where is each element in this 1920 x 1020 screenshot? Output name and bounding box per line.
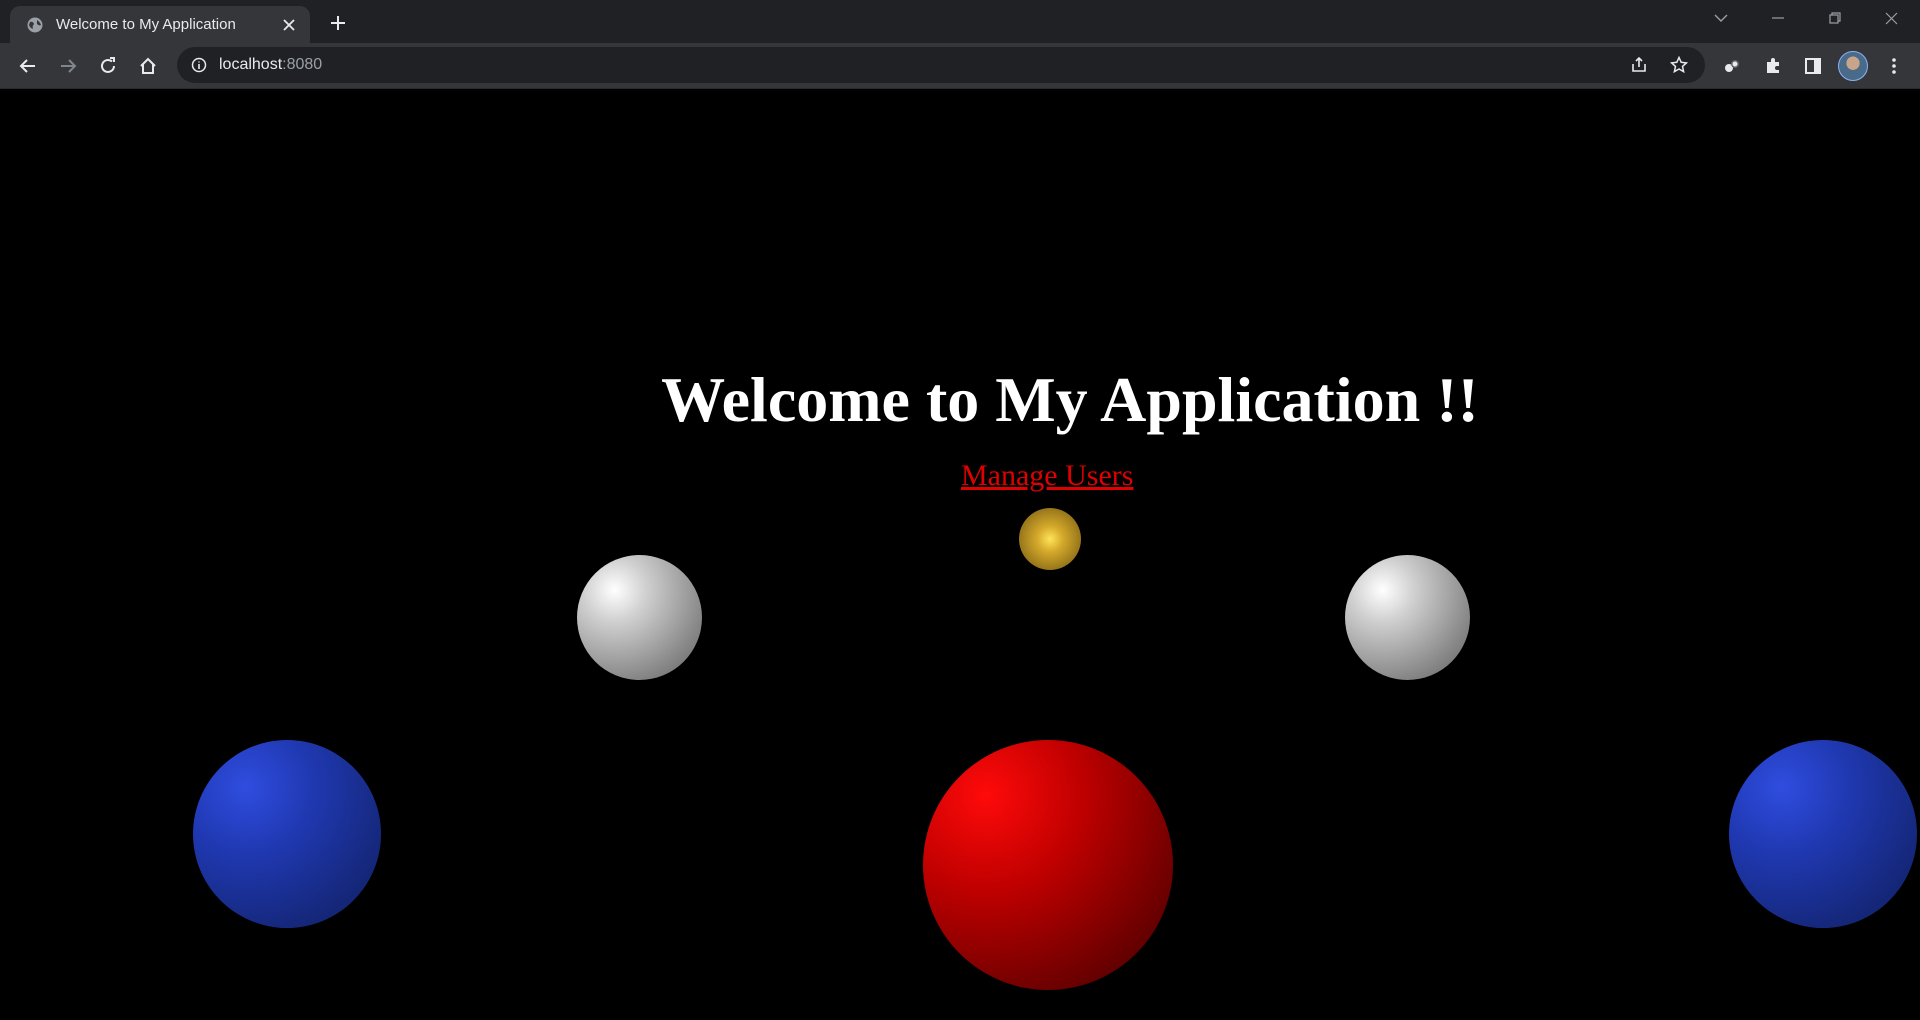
blue-ball-right (1729, 740, 1917, 928)
address-bar[interactable]: localhost:8080 (177, 47, 1705, 83)
red-ball (923, 740, 1173, 990)
browser-tab[interactable]: Welcome to My Application (10, 6, 310, 43)
reload-icon[interactable] (92, 50, 124, 82)
url-text: localhost:8080 (219, 56, 322, 74)
tab-search-icon[interactable] (1692, 0, 1749, 36)
restore-icon[interactable] (1806, 0, 1863, 36)
globe-icon (26, 16, 44, 34)
close-icon[interactable] (278, 14, 300, 36)
window-controls (1692, 0, 1920, 36)
forward-arrow-icon[interactable] (52, 50, 84, 82)
minimize-icon[interactable] (1749, 0, 1806, 36)
avatar[interactable] (1838, 51, 1868, 81)
back-arrow-icon[interactable] (12, 50, 44, 82)
puzzle-icon[interactable] (1757, 50, 1789, 82)
star-icon[interactable] (1663, 49, 1695, 81)
url-host: localhost (219, 56, 283, 73)
page-title: Welcome to My Application !! (661, 364, 1479, 435)
tab-strip: Welcome to My Application (0, 0, 1920, 43)
tab-title: Welcome to My Application (56, 16, 236, 33)
home-icon[interactable] (132, 50, 164, 82)
plus-icon[interactable] (324, 9, 352, 37)
share-icon[interactable] (1623, 49, 1655, 81)
gold-ball (1019, 508, 1081, 570)
info-icon[interactable] (189, 55, 209, 75)
extension-icon[interactable] (1716, 50, 1748, 82)
side-panel-icon[interactable] (1797, 50, 1829, 82)
kebab-menu-icon[interactable] (1878, 50, 1910, 82)
blue-ball-left (193, 740, 381, 928)
url-port: :8080 (282, 56, 323, 73)
page-viewport: Welcome to My Application !! Manage User… (0, 89, 1920, 1020)
browser-toolbar: localhost:8080 (0, 43, 1920, 89)
silver-ball-left (577, 555, 702, 680)
close-window-icon[interactable] (1863, 0, 1920, 36)
manage-users-link[interactable]: Manage Users (961, 459, 1133, 493)
silver-ball-right (1345, 555, 1470, 680)
